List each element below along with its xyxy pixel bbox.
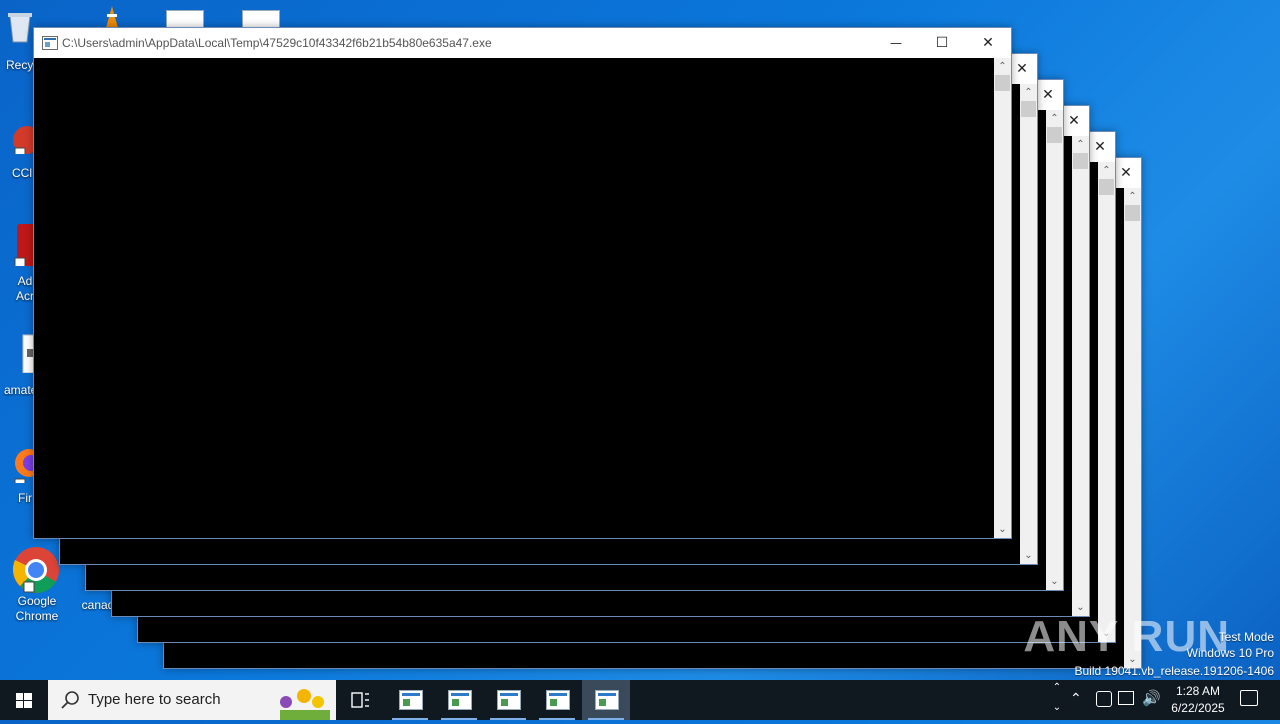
console-app-icon	[42, 36, 58, 50]
scroll-thumb[interactable]	[995, 75, 1010, 91]
scroll-thumb[interactable]	[1099, 179, 1114, 195]
vertical-scrollbar[interactable]: ⌃ ⌄	[1098, 162, 1115, 642]
scroll-up-button[interactable]: ⌃	[1020, 84, 1037, 101]
scroll-up-button[interactable]: ⌃	[1124, 188, 1141, 205]
desktop: Recy CCl Ad Acr amate Fir Google Chrome …	[0, 0, 1280, 680]
title-bar[interactable]: C:\Users\admin\AppData\Local\Temp\47529c…	[34, 28, 1011, 58]
task-view-button[interactable]	[336, 680, 384, 720]
tray-scroll-down-icon[interactable]: ⌄	[1050, 702, 1064, 718]
tray-scroll-up-icon[interactable]: ⌃	[1050, 682, 1064, 698]
search-placeholder: Type here to search	[88, 691, 221, 708]
scroll-thumb[interactable]	[1047, 127, 1062, 143]
clock-time[interactable]: 1:28 AM	[1158, 684, 1238, 698]
desktop-icon-label: Fir	[18, 491, 32, 505]
taskbar-app-1[interactable]	[386, 680, 434, 720]
vertical-scrollbar[interactable]: ⌃ ⌄	[1072, 136, 1089, 616]
vertical-scrollbar[interactable]: ⌃ ⌄	[1046, 110, 1063, 590]
taskbar-app-5-active[interactable]	[582, 680, 630, 720]
action-center-icon[interactable]	[1240, 690, 1258, 706]
defender-icon[interactable]	[1096, 691, 1112, 707]
clock-date[interactable]: 6/22/2025	[1158, 701, 1238, 715]
show-hidden-icons-icon[interactable]: ⌃	[1070, 690, 1082, 707]
taskbar-app-4[interactable]	[533, 680, 581, 720]
chrome-icon	[12, 546, 60, 594]
scroll-down-button[interactable]: ⌄	[1046, 573, 1063, 590]
window-title: C:\Users\admin\AppData\Local\Temp\47529c…	[62, 36, 492, 50]
build-label: Build 19041.vb_release.191206-1406	[1074, 664, 1275, 678]
test-mode-label: Test Mode	[1218, 630, 1274, 644]
ccleaner-icon	[3, 120, 41, 159]
close-button[interactable]: ✕	[965, 28, 1011, 58]
maximize-button[interactable]: ☐	[919, 28, 965, 58]
network-icon[interactable]	[1118, 691, 1134, 705]
scroll-down-button[interactable]: ⌄	[994, 521, 1011, 538]
search-box[interactable]: Type here to search	[48, 680, 336, 720]
scroll-down-button[interactable]: ⌄	[1020, 547, 1037, 564]
document-icon	[3, 333, 38, 374]
desktop-icon-label: CCl	[12, 166, 32, 180]
os-edition-label: Windows 10 Pro	[1186, 646, 1274, 660]
console-app-icon	[497, 690, 521, 710]
scroll-thumb[interactable]	[1073, 153, 1088, 169]
console-app-icon	[595, 690, 619, 710]
scroll-up-button[interactable]: ⌃	[994, 58, 1011, 75]
vertical-scrollbar[interactable]: ⌃ ⌄	[994, 58, 1011, 538]
scroll-up-button[interactable]: ⌃	[1046, 110, 1063, 127]
taskbar: Type here to search ⌃ ⌄ ⌃ 🔊 1:28 AM 6/22…	[0, 680, 1280, 720]
vlc-icon[interactable]	[104, 6, 120, 28]
scroll-thumb[interactable]	[1021, 101, 1036, 117]
vertical-scrollbar[interactable]: ⌃ ⌄	[1020, 84, 1037, 564]
task-view-icon	[351, 692, 369, 708]
system-tray: ⌃ ⌄ ⌃ 🔊 1:28 AM 6/22/2025	[1046, 680, 1280, 720]
scroll-thumb[interactable]	[1125, 205, 1140, 221]
vertical-scrollbar[interactable]: ⌃ ⌄	[1124, 188, 1141, 668]
console-app-icon	[399, 690, 423, 710]
console-window-main[interactable]: C:\Users\admin\AppData\Local\Temp\47529c…	[33, 27, 1012, 539]
flowers-search-highlight-icon	[280, 689, 330, 720]
acrobat-icon	[3, 222, 37, 269]
console-app-icon	[448, 690, 472, 710]
scroll-up-button[interactable]: ⌃	[1072, 136, 1089, 153]
search-icon	[61, 691, 79, 709]
taskbar-app-2[interactable]	[435, 680, 483, 720]
windows-logo-icon	[16, 693, 32, 708]
console-app-icon	[546, 690, 570, 710]
firefox-icon	[3, 443, 43, 490]
minimize-button[interactable]: —	[873, 28, 919, 58]
console-output[interactable]	[34, 58, 994, 538]
desktop-icon-label: Ad Acr	[16, 274, 34, 303]
taskbar-app-3[interactable]	[484, 680, 532, 720]
start-button[interactable]	[0, 680, 48, 720]
desktop-icon-label: Google Chrome	[15, 594, 59, 623]
desktop-icon-label: Recy	[6, 58, 34, 72]
scroll-up-button[interactable]: ⌃	[1098, 162, 1115, 179]
